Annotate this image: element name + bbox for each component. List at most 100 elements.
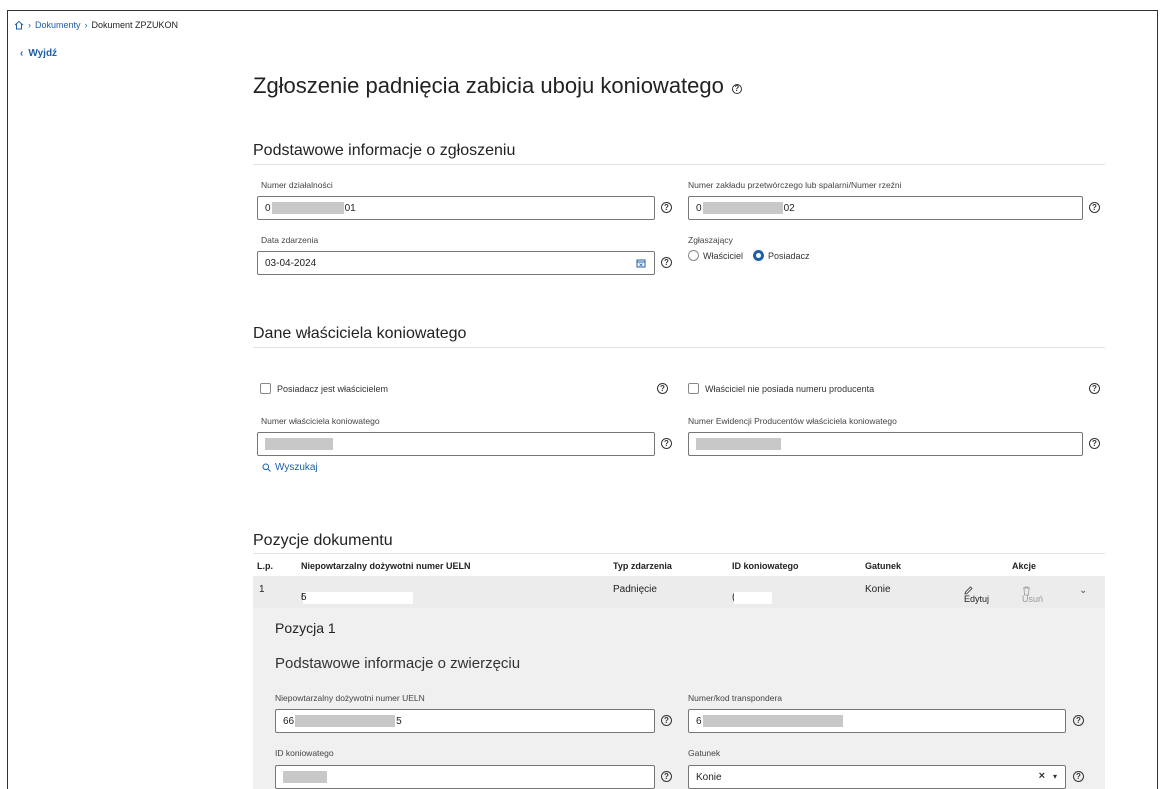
producer-registry-label: Numer Ewidencji Producentów właściciela … [688,416,897,426]
help-icon[interactable]: ? [661,771,672,782]
detail-species-select[interactable]: Konie × ▾ [688,765,1066,789]
home-icon[interactable] [14,20,24,30]
event-date-value: 03-04-2024 [265,257,317,269]
help-icon[interactable]: ? [661,257,672,268]
detail-species-value: Konie [696,771,722,783]
breadcrumb-item-current: Dokument ZPZUKON [91,20,179,30]
activity-number-value-start: 0 [265,202,271,214]
edit-button[interactable]: Edytuj [964,586,989,604]
section-basic-title: Podstawowe informacje o zgłoszeniu [253,142,516,159]
clear-icon[interactable]: × [1039,770,1045,782]
activity-number-input[interactable]: 0 01 [257,196,655,220]
no-producer-number-row: Właściciel nie posiada numeru producenta [688,383,874,394]
edit-label: Edytuj [964,594,990,604]
masked-value [696,438,781,450]
chevron-right-icon: › [84,20,88,30]
help-icon[interactable]: ? [1073,715,1084,726]
row-lp: 1 [259,584,265,595]
help-icon[interactable]: ? [661,202,672,213]
masked-value [265,438,333,450]
holder-is-owner-label: Posiadacz jest właścicielem [277,383,389,394]
masked-value [295,715,396,727]
breadcrumb-item-dokumenty[interactable]: Dokumenty [35,20,81,30]
row-species: Konie [865,584,891,595]
page-title: Zgłoszenie padnięcia zabicia uboju konio… [253,73,742,99]
owner-number-label: Numer właściciela koniowatego [261,416,380,426]
producer-registry-input[interactable] [688,432,1083,456]
masked-value [303,592,413,604]
reporter-radio-group: Właściciel Posiadacz [688,250,810,261]
chevron-left-icon: ‹ [20,48,24,59]
section-items-title: Pozycje dokumentu [253,532,393,549]
radio-holder[interactable] [753,250,765,261]
divider [253,347,1105,348]
masked-value [702,202,783,214]
item-detail-panel: Pozycja 1 Podstawowe informacje o zwierz… [253,608,1105,789]
back-button[interactable]: ‹ Wyjdź [20,48,57,59]
section-owner-title: Dane właściciela koniowatego [253,325,467,342]
masked-value [734,592,772,604]
help-icon[interactable]: ? [1089,438,1100,449]
owner-number-input[interactable] [257,432,655,456]
plant-number-value-end: 02 [783,202,795,214]
plant-number-label: Numer zakładu przetwórczego lub spalarni… [688,180,902,190]
activity-number-value-end: 01 [344,202,356,214]
reporter-label: Zgłaszający [688,235,733,245]
breadcrumb: › Dokumenty › Dokument ZPZUKON [14,20,178,30]
help-icon[interactable]: ? [731,84,742,94]
table-header: L.p. Niepowtarzalny dożywotni numer UELN… [253,557,1105,575]
row-event-type: Padnięcie [613,584,657,595]
no-producer-number-checkbox[interactable] [688,383,699,394]
plant-number-input[interactable]: 0 02 [688,196,1083,220]
delete-button[interactable]: Usuń [1022,586,1043,604]
detail-equine-id-label: ID koniowatego [275,748,334,758]
back-label: Wyjdź [28,48,58,59]
detail-ueln-label: Niepowtarzalny dożywotni numer UELN [275,693,425,703]
search-label: Wyszukaj [275,462,318,473]
holder-is-owner-checkbox[interactable] [260,383,271,394]
divider [253,164,1105,165]
holder-is-owner-row: Posiadacz jest właścicielem [260,383,388,394]
chevron-right-icon: › [28,20,31,30]
radio-owner[interactable] [688,250,699,261]
search-button[interactable]: Wyszukaj [262,462,318,473]
help-icon[interactable]: ? [661,438,672,449]
activity-number-label: Numer działalności [261,180,333,190]
detail-species-label: Gatunek [688,748,721,758]
detail-transponder-label: Numer/kod transpondera [688,693,783,703]
help-icon[interactable]: ? [1089,383,1100,394]
help-icon[interactable]: ? [661,715,672,726]
detail-title: Pozycja 1 [275,620,336,636]
help-icon[interactable]: ? [1089,202,1100,213]
column-lp: L.p. [257,561,273,571]
table-row[interactable]: 1 6 5 Padnięcie ( Konie Edytuj Usuń ⌄ [253,576,1105,608]
masked-value [702,715,843,727]
no-producer-number-label: Właściciel nie posiada numeru producenta [705,383,875,394]
detail-transponder-input[interactable]: 6 [688,709,1066,733]
help-icon[interactable]: ? [657,383,668,394]
masked-value [271,202,344,214]
plant-number-value-start: 0 [696,202,702,214]
column-actions: Akcje [1012,561,1037,571]
detail-ueln-value-end: 5 [396,715,402,727]
detail-ueln-input[interactable]: 66 5 [275,709,655,733]
caret-down-icon[interactable]: ▾ [1053,772,1057,781]
detail-subtitle: Podstawowe informacje o zwierzęciu [275,655,521,672]
event-date-label: Data zdarzenia [261,235,319,245]
detail-transponder-value-start: 6 [696,715,702,727]
radio-owner-label: Właściciel [703,250,744,261]
masked-value [283,771,327,783]
column-equine-id: ID koniowatego [732,561,799,571]
help-icon[interactable]: ? [1073,771,1084,782]
column-ueln: Niepowtarzalny dożywotni numer UELN [301,561,471,571]
column-species: Gatunek [865,561,902,571]
radio-holder-label: Posiadacz [768,250,810,261]
detail-equine-id-input[interactable] [275,765,655,789]
event-date-input[interactable]: 03-04-2024 [257,251,655,275]
divider [253,553,1105,554]
delete-label: Usuń [1022,594,1044,604]
column-event-type: Typ zdarzenia [613,561,672,571]
calendar-icon[interactable] [636,258,646,268]
detail-ueln-value-start: 66 [283,715,295,727]
chevron-down-icon[interactable]: ⌄ [1079,585,1087,596]
